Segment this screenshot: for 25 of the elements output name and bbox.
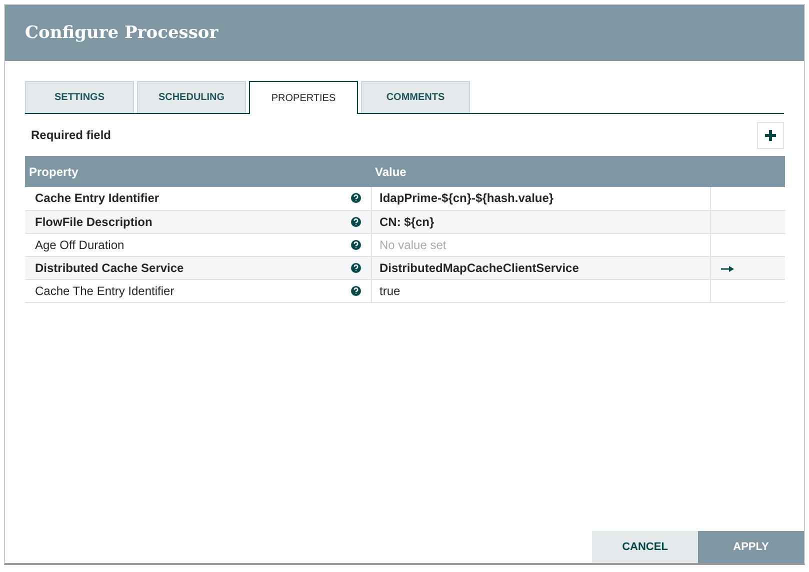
property-name: Age Off Duration — [35, 238, 124, 252]
column-header: Value — [371, 156, 785, 187]
property-value[interactable]: true — [380, 284, 400, 298]
add-property-button[interactable] — [757, 122, 784, 148]
tab[interactable]: COMMENTS — [361, 81, 470, 113]
property-name: FlowFile Description — [35, 214, 152, 228]
tab[interactable]: SETTINGS — [25, 81, 134, 113]
help-icon[interactable] — [350, 216, 360, 226]
dialog-title: Configure Processor — [25, 23, 218, 43]
column-header: Property — [25, 156, 371, 187]
plus-icon — [764, 128, 777, 142]
cancel-button[interactable]: CANCEL — [592, 531, 698, 563]
help-icon[interactable] — [350, 240, 360, 250]
tab[interactable]: PROPERTIES — [249, 81, 358, 114]
property-name: Distributed Cache Service — [35, 260, 184, 274]
property-name: Cache The Entry Identifier — [35, 284, 174, 298]
required-field-legend: Required field — [25, 128, 112, 142]
property-name: Cache Entry Identifier — [35, 191, 160, 206]
tab[interactable]: SCHEDULING — [137, 81, 246, 113]
property-value[interactable]: CN: ${cn} — [380, 214, 434, 228]
help-icon[interactable] — [350, 193, 360, 204]
arrow-icon[interactable] — [720, 266, 734, 272]
property-value[interactable]: ldapPrime-${cn}-${hash.value} — [380, 191, 554, 206]
help-icon[interactable] — [350, 262, 360, 272]
help-icon[interactable] — [350, 286, 360, 296]
